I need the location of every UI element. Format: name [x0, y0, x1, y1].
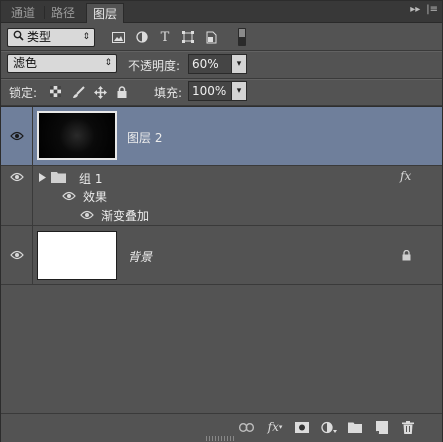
- lock-label: 锁定:: [9, 86, 38, 100]
- folder-icon: [50, 170, 66, 183]
- eye-icon: [10, 250, 24, 260]
- panel-menu-icon[interactable]: |≡: [426, 4, 438, 15]
- pixel-filter-icon[interactable]: [111, 30, 125, 44]
- tab-layers[interactable]: 图层: [86, 3, 125, 23]
- blend-mode-value: 滤色: [13, 56, 38, 70]
- layer-name[interactable]: 背景: [128, 248, 152, 265]
- layer-row-layer2[interactable]: 图层 2: [1, 107, 442, 166]
- eye-icon: [10, 131, 24, 141]
- opacity-dropdown-icon[interactable]: ▾: [231, 54, 247, 74]
- visibility-toggle[interactable]: [1, 226, 33, 284]
- panel-tab-bar: 通道 路径 图层 ▸▸ |≡: [1, 1, 442, 23]
- layers-bottom-toolbar: fx ▾: [1, 413, 442, 442]
- opacity-input[interactable]: 60%: [188, 54, 232, 74]
- visibility-toggle[interactable]: [1, 107, 33, 165]
- layer-name[interactable]: 图层 2: [127, 129, 162, 146]
- select-arrow-icon: ⇕: [104, 58, 112, 68]
- expand-triangle-icon[interactable]: [37, 172, 47, 182]
- lock-position-move-icon[interactable]: [93, 85, 107, 99]
- adjustment-filter-icon[interactable]: [135, 30, 149, 44]
- filter-kind-select[interactable]: 类型 ⇕: [7, 28, 95, 47]
- lock-pixels-brush-icon[interactable]: [71, 85, 85, 99]
- fx-label: fx: [267, 420, 279, 434]
- eye-icon: [10, 172, 24, 182]
- delete-layer-icon[interactable]: [400, 419, 416, 435]
- type-filter-icon[interactable]: T: [158, 30, 172, 45]
- add-mask-icon[interactable]: [294, 419, 310, 435]
- new-layer-icon[interactable]: [374, 419, 390, 435]
- gradient-overlay-label[interactable]: 渐变叠加: [101, 207, 149, 224]
- effects-eye-icon[interactable]: [62, 191, 76, 201]
- panel-controls: ▸▸ |≡: [410, 4, 438, 15]
- layer-thumbnail[interactable]: [37, 111, 117, 160]
- link-layers-icon[interactable]: [238, 419, 254, 435]
- layer-thumbnail[interactable]: [37, 231, 117, 280]
- search-icon: [13, 29, 27, 46]
- visibility-toggle[interactable]: [1, 166, 33, 225]
- fill-label: 填充:: [154, 86, 183, 100]
- layer-row-group1[interactable]: 组 1 fx 效果 渐变叠加: [1, 166, 442, 226]
- divider: [1, 51, 442, 52]
- resize-grip[interactable]: [206, 436, 234, 441]
- smart-object-filter-icon[interactable]: [204, 30, 218, 44]
- tab-channels[interactable]: 通道: [5, 4, 41, 22]
- layers-panel: 通道 路径 图层 ▸▸ |≡ 类型 ⇕ T 滤色 ⇕ 不透明度: 60% ▾ 锁…: [0, 0, 443, 442]
- new-adjustment-layer-icon[interactable]: [321, 419, 337, 435]
- fill-input[interactable]: 100%: [188, 81, 232, 101]
- filter-toggle-icon[interactable]: [237, 28, 247, 46]
- shape-filter-icon[interactable]: [181, 30, 195, 44]
- fill-dropdown-icon[interactable]: ▾: [231, 81, 247, 101]
- lock-all-icon[interactable]: [115, 85, 128, 99]
- layer-list: 图层 2 组 1 fx 效果 渐变叠加 背景: [1, 107, 442, 413]
- divider: [1, 79, 442, 80]
- filter-kind-label: 类型: [27, 30, 52, 44]
- blend-mode-select[interactable]: 滤色 ⇕: [7, 54, 117, 73]
- group-name[interactable]: 组 1: [79, 170, 102, 187]
- lock-icon[interactable]: [400, 249, 412, 262]
- fx-icon[interactable]: fx: [400, 169, 411, 183]
- gradient-overlay-eye-icon[interactable]: [80, 210, 94, 220]
- tab-paths[interactable]: 路径: [45, 4, 81, 22]
- collapse-icon[interactable]: ▸▸: [410, 4, 420, 15]
- layer-row-background[interactable]: 背景: [1, 226, 442, 285]
- opacity-label: 不透明度:: [128, 59, 181, 73]
- add-layer-style-fx-icon[interactable]: fx ▾: [265, 419, 285, 435]
- select-arrow-icon: ⇕: [82, 32, 90, 42]
- effects-label: 效果: [83, 190, 108, 204]
- new-group-icon[interactable]: [347, 419, 363, 435]
- lock-transparent-icon[interactable]: [49, 85, 62, 98]
